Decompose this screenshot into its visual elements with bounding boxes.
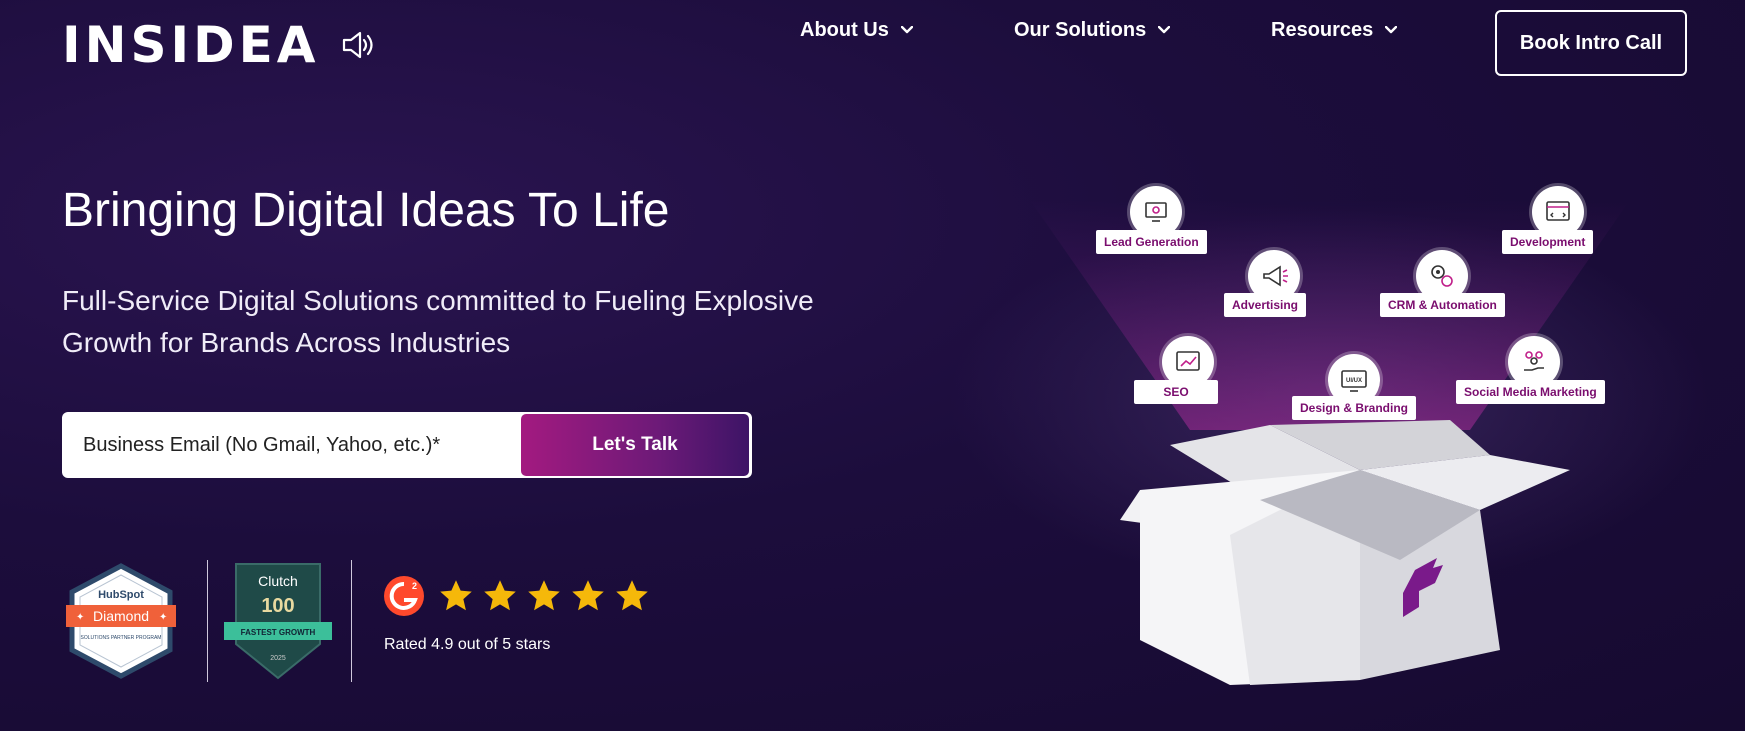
nav-label: Our Solutions (1014, 18, 1147, 41)
nav-label: About Us (800, 18, 889, 41)
g2-rating-block: 2 (382, 574, 650, 618)
clutch-100-badge: Clutch 100 FASTEST GROWTH 2025 (224, 563, 332, 680)
clutch-brand: Clutch (258, 573, 298, 589)
lets-talk-button[interactable]: Let's Talk (521, 414, 749, 476)
nav-our-solutions[interactable]: Our Solutions (1014, 18, 1171, 42)
svg-text:✦: ✦ (159, 612, 167, 623)
badge-divider (351, 560, 352, 682)
hero-title: Bringing Digital Ideas To Life (62, 184, 670, 237)
chevron-down-icon (900, 26, 913, 34)
service-label: SEO (1134, 380, 1218, 404)
book-intro-call-button[interactable]: Book Intro Call (1495, 10, 1687, 76)
clutch-rank: 100 (261, 595, 294, 617)
star-icon (440, 580, 472, 611)
service-label: Lead Generation (1096, 230, 1207, 254)
chevron-down-icon (1385, 26, 1398, 34)
star-icon (484, 580, 516, 611)
logo-text: INSIDEA (62, 16, 320, 74)
star-icon (616, 580, 648, 611)
svg-text:UI/UX: UI/UX (1346, 378, 1362, 384)
nav-about-us[interactable]: About Us (800, 19, 913, 42)
star-icon (528, 580, 560, 611)
hubspot-tier: Diamond (93, 608, 149, 624)
brand-logo[interactable]: INSIDEA (62, 20, 375, 70)
clutch-year: 2025 (270, 655, 286, 662)
hubspot-program: SOLUTIONS PARTNER PROGRAM (81, 635, 162, 641)
email-signup-form: Let's Talk (62, 412, 752, 478)
hero-subtitle: Full-Service Digital Solutions committed… (62, 285, 814, 358)
nav-resources[interactable]: Resources (1271, 18, 1398, 42)
g2-logo-icon: 2 (384, 576, 424, 616)
open-box-graphic (950, 200, 1710, 685)
speaker-icon[interactable] (341, 30, 375, 60)
service-label: CRM & Automation (1380, 293, 1505, 317)
chevron-down-icon (1158, 26, 1171, 34)
hubspot-diamond-badge: HubSpot Diamond ✦ ✦ SOLUTIONS PARTNER PR… (66, 563, 176, 679)
service-label: Social Media Marketing (1456, 380, 1605, 404)
nav-label: Resources (1271, 18, 1374, 41)
badge-divider (207, 560, 208, 682)
star-icon (572, 580, 604, 611)
star-rating (438, 578, 650, 614)
svg-text:2: 2 (412, 581, 417, 591)
g2-rating-text: Rated 4.9 out of 5 stars (384, 636, 551, 653)
service-label: Design & Branding (1292, 396, 1417, 420)
hubspot-brand: HubSpot (98, 589, 144, 601)
services-box-illustration: Lead Generation Development Advertising … (930, 170, 1730, 710)
business-email-input[interactable] (65, 415, 521, 475)
service-label: Development (1502, 230, 1594, 254)
service-label: Advertising (1224, 293, 1307, 317)
svg-text:✦: ✦ (76, 612, 84, 623)
clutch-ribbon: FASTEST GROWTH (241, 628, 316, 637)
